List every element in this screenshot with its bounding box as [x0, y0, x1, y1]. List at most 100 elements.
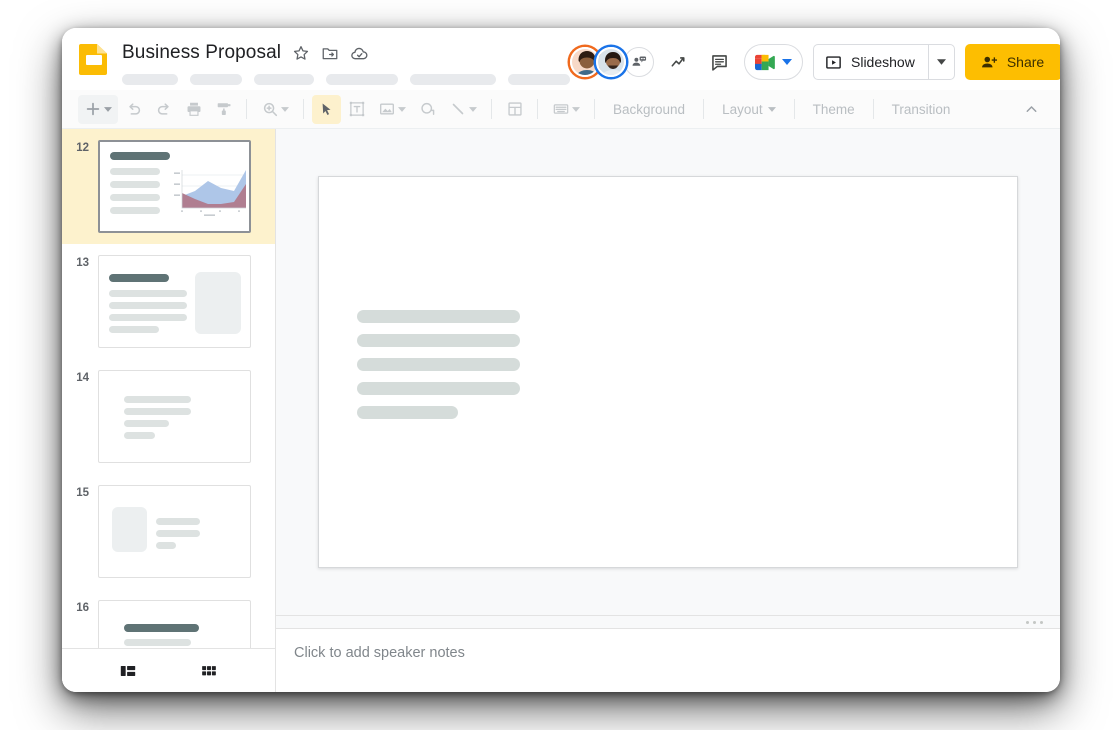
slideshow-button-group: Slideshow: [813, 44, 955, 80]
thumb-title-bar: [110, 152, 170, 160]
undo-button[interactable]: [119, 95, 148, 124]
slide-body-bar[interactable]: [357, 382, 520, 395]
slideshow-button[interactable]: Slideshow: [814, 45, 928, 79]
share-button[interactable]: Share: [964, 44, 1060, 80]
slide-thumbnail-12[interactable]: 12: [62, 129, 275, 244]
plus-icon: [84, 100, 102, 118]
toolbar-divider: [793, 99, 795, 119]
thumb-text-bar: [110, 181, 160, 188]
image-icon: [378, 100, 396, 118]
line-tool[interactable]: [443, 95, 483, 124]
chevron-down-icon: [281, 106, 289, 112]
comment-history-icon[interactable]: [704, 47, 734, 77]
thumbnail-canvas: [98, 255, 251, 348]
slide-thumbnail-14[interactable]: 14: [62, 359, 275, 474]
paint-format-button[interactable]: [209, 95, 238, 124]
speaker-notes-placeholder: Click to add speaker notes: [294, 645, 465, 661]
thumb-text-bar: [156, 530, 200, 537]
filmstrip-scroll[interactable]: 12 13 14 15 16: [62, 129, 275, 648]
notes-resize-handle[interactable]: [276, 615, 1060, 628]
thumb-text-bar: [124, 432, 155, 439]
filmstrip-view-button[interactable]: [113, 656, 143, 686]
new-slide-button[interactable]: [78, 94, 118, 124]
text-box-tool[interactable]: [342, 95, 371, 124]
activity-dashboard-icon[interactable]: [664, 47, 694, 77]
slide-number: 15: [76, 487, 89, 499]
slide-number: 16: [76, 602, 89, 614]
layout-button[interactable]: Layout: [712, 95, 786, 124]
thumb-title-bar: [109, 274, 169, 282]
slide-thumbnail-13[interactable]: 13: [62, 244, 275, 359]
transition-button[interactable]: Transition: [882, 95, 961, 124]
slide-thumbnail-15[interactable]: 15: [62, 474, 275, 589]
slideshow-label: Slideshow: [851, 54, 915, 70]
current-slide-canvas[interactable]: [318, 176, 1018, 568]
people-add-icon: [980, 53, 999, 72]
thumb-text-bar: [156, 542, 176, 549]
toolbar-divider: [872, 99, 874, 119]
thumb-image-block: [195, 272, 241, 334]
grid-view-button[interactable]: [194, 656, 224, 686]
chevron-down-icon: [398, 106, 406, 112]
cloud-saved-icon[interactable]: [350, 44, 368, 62]
theme-label: Theme: [812, 101, 855, 117]
slide-body-bar[interactable]: [357, 334, 520, 347]
magnifier-icon: [261, 100, 279, 118]
thumbnail-canvas: [98, 600, 251, 648]
move-to-folder-icon[interactable]: [321, 44, 339, 62]
menu-pill[interactable]: [508, 74, 570, 85]
menu-bar-placeholders: [122, 74, 570, 85]
insert-image-tool[interactable]: [372, 95, 412, 124]
thumbnail-canvas: [98, 140, 251, 233]
thumb-text-bar: [124, 396, 191, 403]
menu-pill[interactable]: [254, 74, 314, 85]
background-label: Background: [613, 101, 686, 117]
slide-number: 14: [76, 372, 89, 384]
theme-button[interactable]: Theme: [803, 95, 865, 124]
menu-pill[interactable]: [410, 74, 496, 85]
filmstrip-icon: [552, 100, 570, 118]
menu-pill[interactable]: [326, 74, 398, 85]
chevron-down-icon: [767, 106, 776, 112]
present-icon: [825, 54, 842, 71]
thumb-text-bar: [124, 408, 191, 415]
zoom-button[interactable]: [255, 95, 295, 124]
insert-table-button[interactable]: [500, 95, 529, 124]
slide-body-bar[interactable]: [357, 358, 520, 371]
thumb-text-bar: [109, 314, 187, 321]
layout-label: Layout: [722, 101, 763, 117]
speaker-notes-field[interactable]: Click to add speaker notes: [276, 628, 1060, 692]
chevron-down-icon: [469, 106, 477, 112]
toolbar-divider: [491, 99, 492, 119]
slides-app-window: Business Proposal Slideshow Share Backgr…: [62, 28, 1060, 692]
slide-layout-button[interactable]: [546, 95, 586, 124]
slide-body-bar[interactable]: [357, 406, 458, 419]
editor-body: 12 13 14 15 16 Click to add speaker note…: [62, 129, 1060, 692]
thumb-text-bar: [110, 194, 160, 201]
document-title[interactable]: Business Proposal: [122, 42, 281, 64]
meet-caret-icon: [782, 59, 792, 65]
collapse-toolbar-button[interactable]: [1017, 95, 1046, 124]
transition-label: Transition: [891, 101, 951, 117]
toolbar-divider: [303, 99, 304, 119]
thumb-title-bar: [124, 624, 199, 632]
desktop-background: Business Proposal Slideshow Share Backgr…: [0, 0, 1120, 730]
background-button[interactable]: Background: [603, 95, 695, 124]
star-icon[interactable]: [292, 44, 310, 62]
print-button[interactable]: [179, 95, 208, 124]
menu-pill[interactable]: [122, 74, 178, 85]
collaborator-avatar-2[interactable]: [596, 47, 626, 77]
slide-canvas-area[interactable]: [276, 129, 1060, 615]
redo-button[interactable]: [149, 95, 178, 124]
thumb-text-bar: [124, 420, 169, 427]
thumb-text-bar: [109, 326, 159, 333]
slide-body-bar[interactable]: [357, 310, 520, 323]
google-meet-icon[interactable]: [744, 44, 803, 80]
slide-thumbnail-16[interactable]: 16: [62, 589, 275, 648]
slideshow-options-caret[interactable]: [927, 45, 954, 79]
shape-tool[interactable]: [413, 95, 442, 124]
menu-pill[interactable]: [190, 74, 242, 85]
canvas-column: Click to add speaker notes: [276, 129, 1060, 692]
present-to-meeting-icon[interactable]: [624, 47, 654, 77]
select-tool[interactable]: [312, 94, 341, 124]
